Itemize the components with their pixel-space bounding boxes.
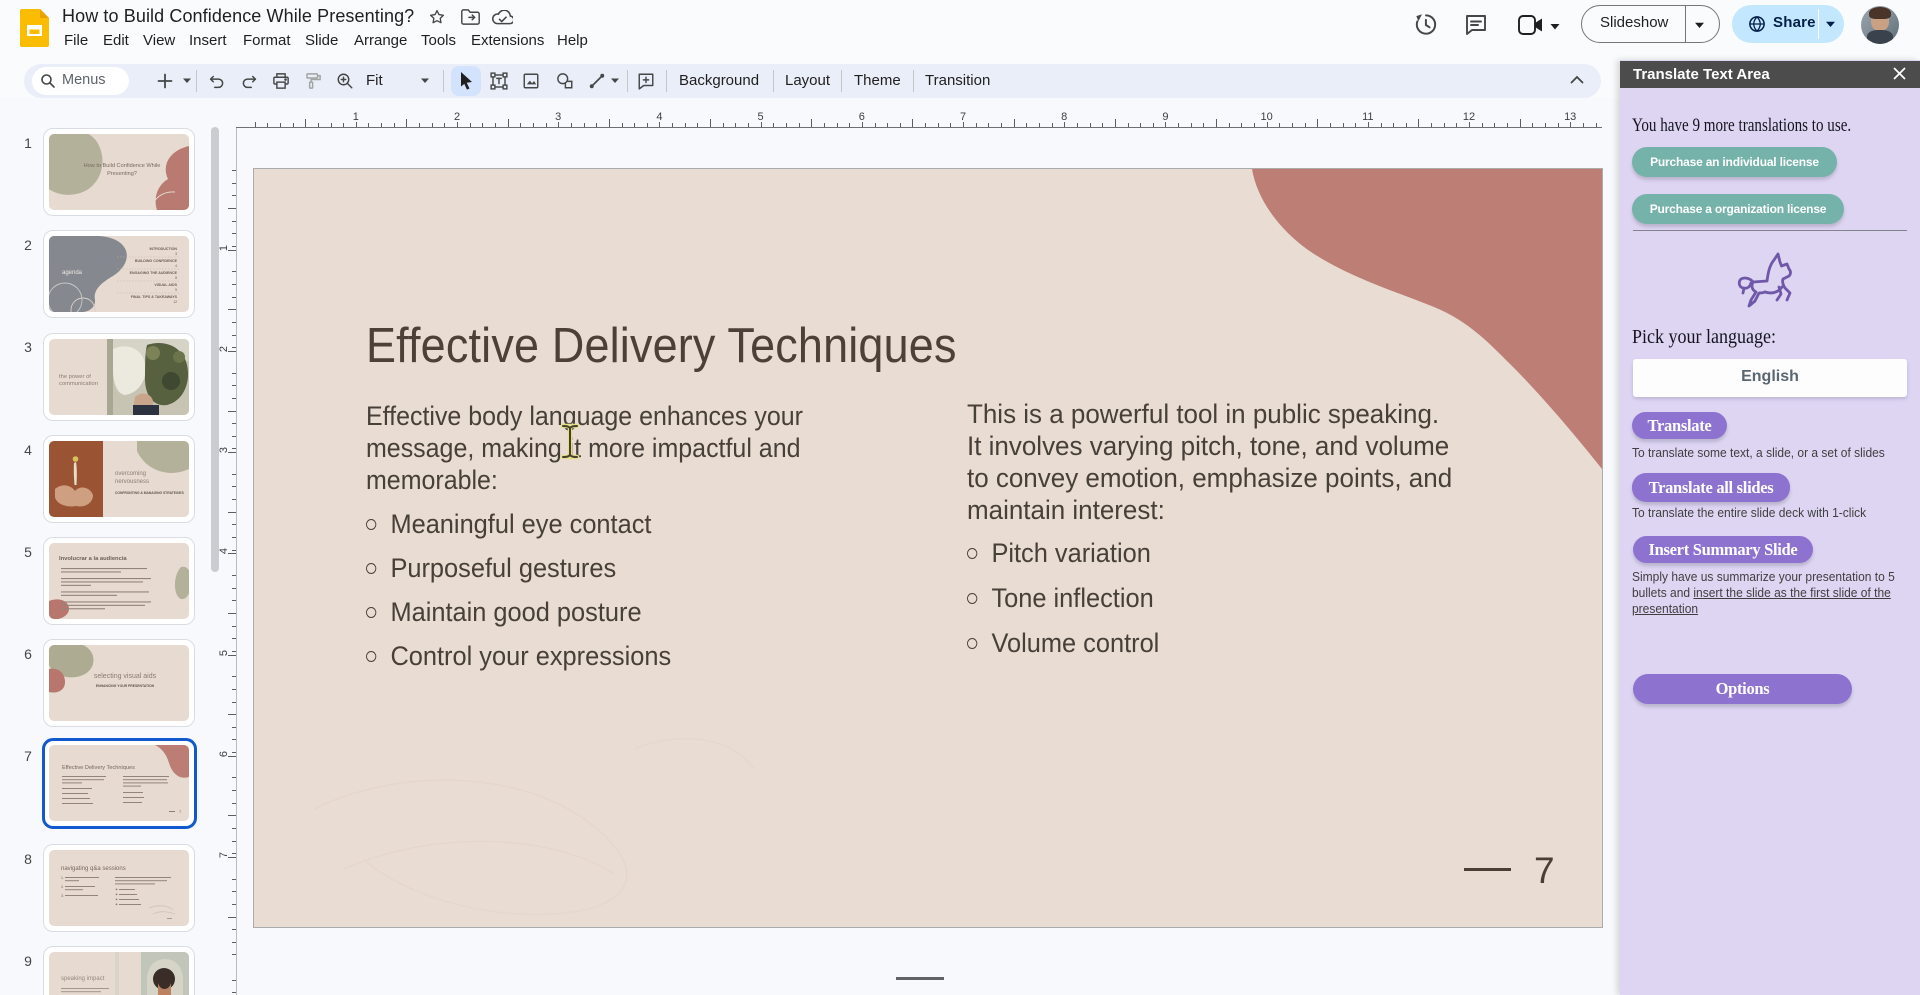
svg-text:agenda: agenda: [62, 270, 83, 276]
svg-text:2.: 2.: [61, 885, 64, 889]
svg-text:overcoming: overcoming: [115, 471, 146, 477]
svg-text:VISUAL AIDS: VISUAL AIDS: [154, 283, 177, 287]
svg-text:1.: 1.: [61, 876, 64, 880]
svg-text:9: 9: [175, 288, 177, 292]
svg-text:Effective Delivery Techniques: Effective Delivery Techniques: [62, 765, 135, 771]
svg-text:the power of: the power of: [59, 374, 91, 380]
svg-text:selecting visual aids: selecting visual aids: [94, 673, 157, 680]
svg-text:ENHANCING YOUR PRESENTATION: ENHANCING YOUR PRESENTATION: [96, 684, 155, 688]
svg-text:Involucrar a la audiencia: Involucrar a la audiencia: [59, 556, 127, 562]
svg-text:speaking impact: speaking impact: [61, 976, 105, 982]
svg-text:12: 12: [173, 300, 177, 304]
svg-text:CONFRONTING & MANAGING STRATEG: CONFRONTING & MANAGING STRATEGIES: [115, 491, 185, 495]
svg-text:navigating q&a sessions: navigating q&a sessions: [61, 866, 126, 872]
svg-text:3: 3: [175, 252, 177, 256]
svg-text:INTRODUCTION: INTRODUCTION: [149, 247, 177, 251]
svg-text:ENGAGING THE AUDIENCE: ENGAGING THE AUDIENCE: [130, 271, 178, 275]
svg-text:8: 8: [175, 276, 177, 280]
svg-text:4: 4: [175, 264, 177, 268]
svg-text:BUILDING CONFIDENCE: BUILDING CONFIDENCE: [135, 259, 178, 263]
svg-text:FINAL TIPS & TAKEAWAYS: FINAL TIPS & TAKEAWAYS: [131, 295, 178, 299]
svg-text:3.: 3.: [61, 894, 64, 898]
svg-text:nervousness: nervousness: [115, 479, 149, 485]
svg-text:Presenting?: Presenting?: [107, 171, 137, 177]
svg-text:7: 7: [179, 809, 182, 814]
svg-text:communication: communication: [59, 381, 98, 387]
svg-text:How to Build Confidence While: How to Build Confidence While: [84, 163, 161, 169]
